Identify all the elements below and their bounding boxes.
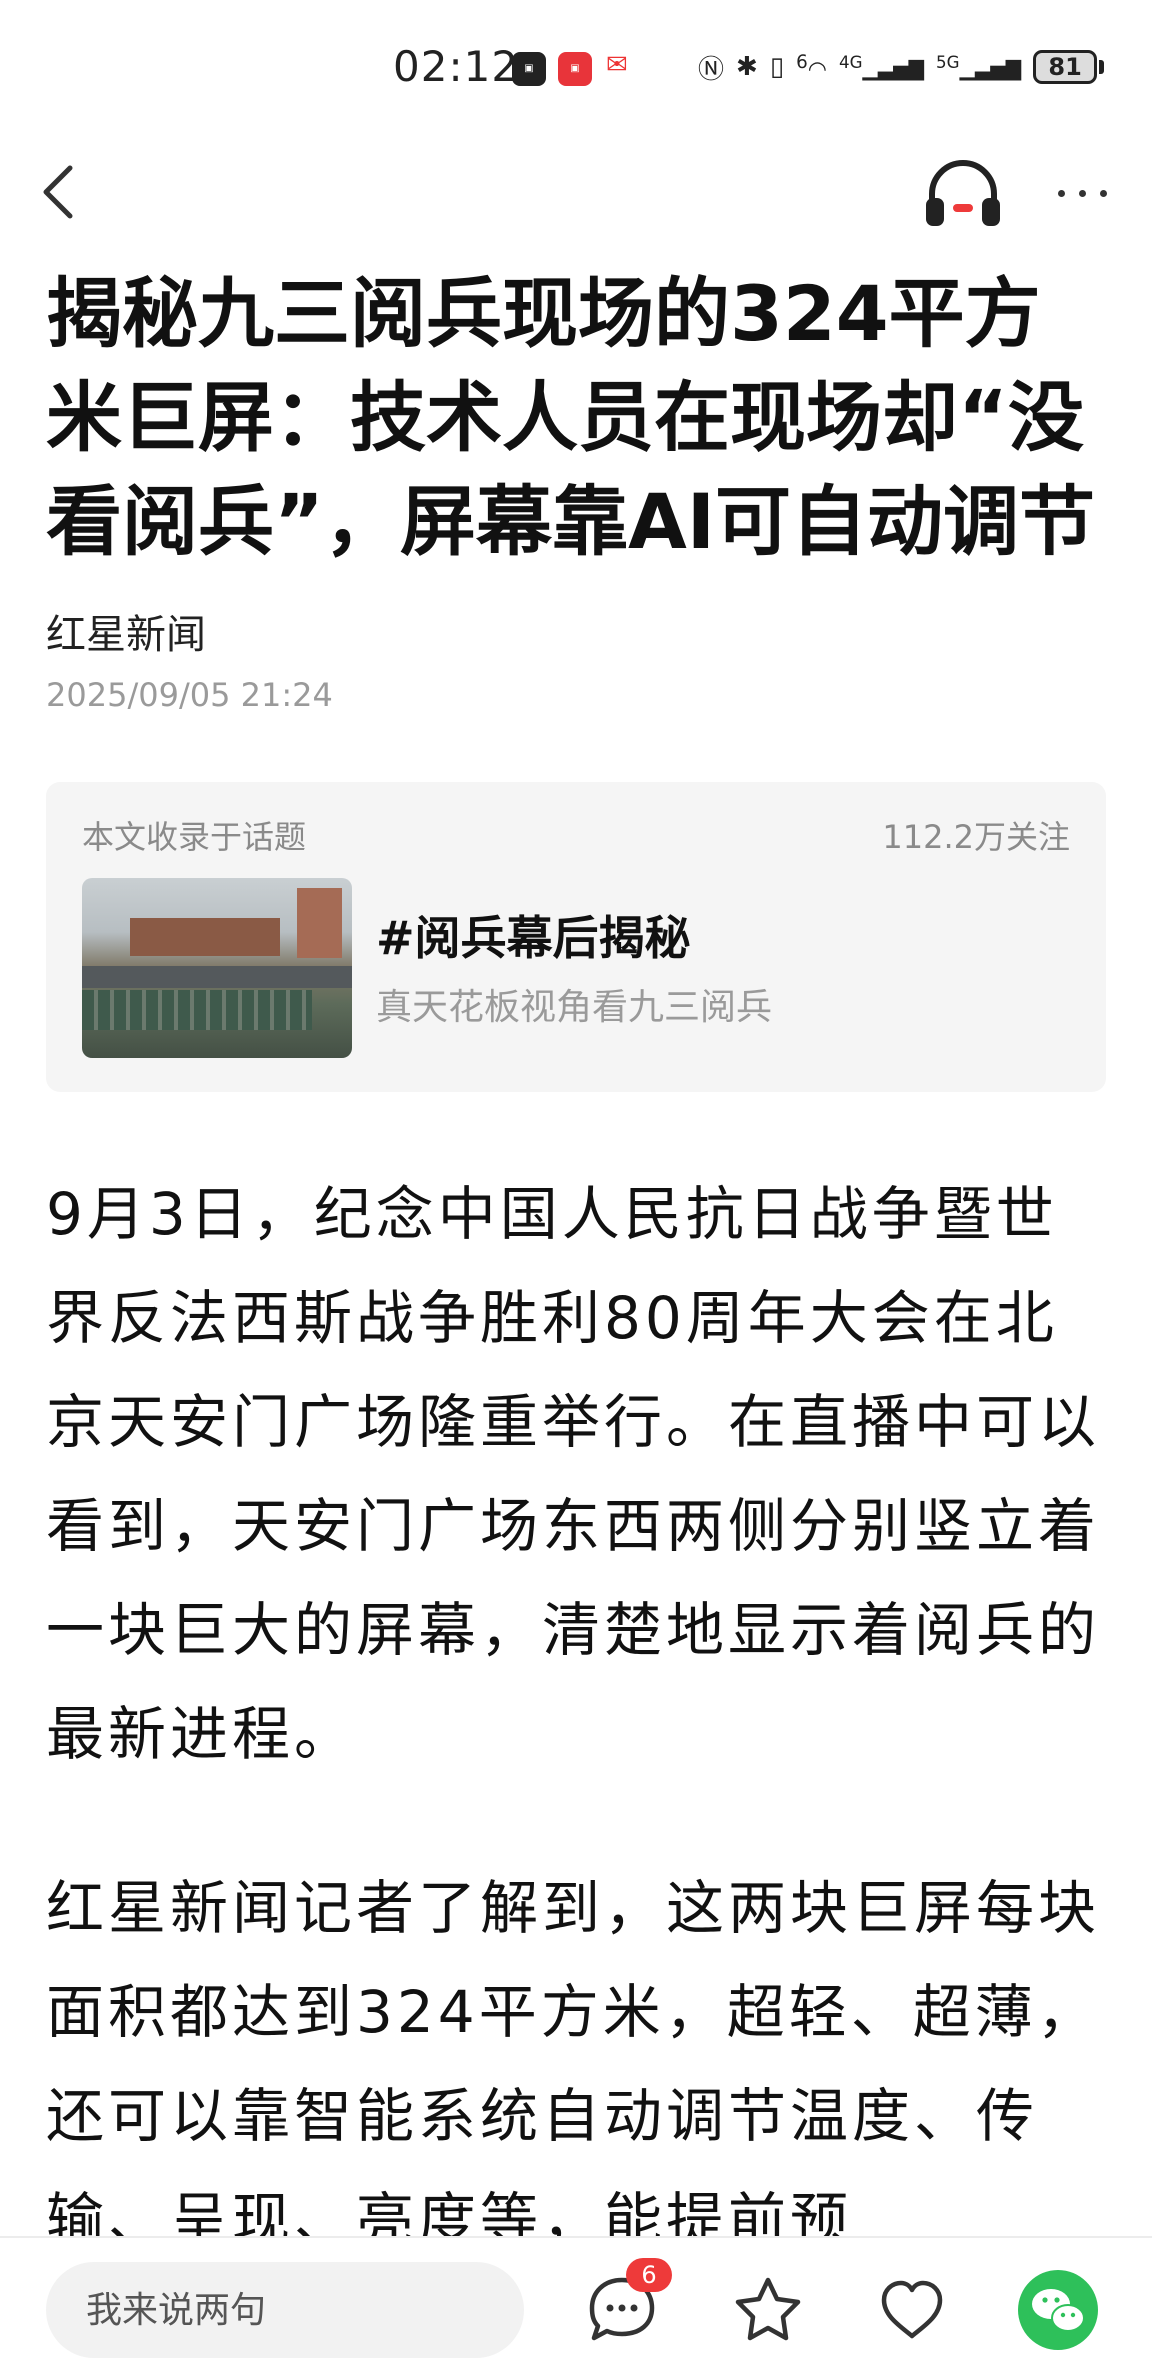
topic-description: 真天花板视角看九三阅兵 <box>376 987 773 1028</box>
app-notification-icon: ▣ <box>512 52 546 86</box>
more-button[interactable] <box>1042 160 1122 226</box>
star-icon <box>735 2277 801 2341</box>
more-icon <box>1057 189 1065 197</box>
status-icons: Ⓝ ✱ ▯ 6◠ 4G▁▃▅▇ 5G▁▃▅▇ 81 <box>698 44 1105 90</box>
battery-icon: 81 <box>1033 50 1105 84</box>
topic-followers: 112.2万关注 <box>882 818 1070 856</box>
back-button[interactable] <box>30 152 90 232</box>
article-title: 揭秘九三阅兵现场的324平方米巨屏：技术人员在现场却“没看阅兵”，屏幕靠AI可自… <box>46 269 1096 566</box>
listen-button[interactable] <box>920 150 1006 236</box>
wifi-icon: 6◠ <box>796 51 827 83</box>
wechat-share-button[interactable] <box>1016 2268 1100 2352</box>
topic-card[interactable]: 本文收录于话题 112.2万关注 #阅兵幕后揭秘 真天花板视角看九三阅兵 <box>46 782 1106 1092</box>
topic-name: #阅兵幕后揭秘 <box>376 911 691 965</box>
topic-label: 本文收录于话题 <box>82 818 307 856</box>
vibrate-icon: ▯ <box>769 52 785 82</box>
nfc-icon: Ⓝ <box>698 54 725 85</box>
article-date: 2025/09/05 21:24 <box>46 676 333 714</box>
battery-level: 81 <box>1033 50 1098 84</box>
bluetooth-icon: ✱ <box>736 52 758 82</box>
status-bar: 02:12 ▣ ▣ ✉ Ⓝ ✱ ▯ 6◠ 4G▁▃▅▇ 5G▁▃▅▇ 81 <box>0 0 1152 130</box>
back-icon <box>43 165 73 219</box>
mail-icon: ✉ <box>606 50 628 80</box>
signal-4g-icon: 4G▁▃▅▇ <box>839 53 925 81</box>
comment-count-badge: 6 <box>626 2258 672 2292</box>
like-button[interactable] <box>870 2268 954 2352</box>
favorite-button[interactable] <box>726 2268 810 2352</box>
comment-input[interactable] <box>46 2262 524 2358</box>
article-source[interactable]: 红星新闻 <box>46 602 206 660</box>
status-time: 02:12 <box>393 42 520 91</box>
body-paragraph: 9月3日，纪念中国人民抗日战争暨世界反法西斯战争胜利80周年大会在北京天安门广场… <box>46 1180 1101 1768</box>
signal-5g-icon: 5G▁▃▅▇ <box>936 53 1022 81</box>
topic-thumbnail <box>82 878 352 1058</box>
bottom-bar: 6 <box>0 2236 1152 2378</box>
body-paragraph: 红星新闻记者了解到，这两块巨屏每块面积都达到324平方米，超轻、超薄，还可以靠智… <box>46 1874 1101 2254</box>
huawei-store-icon: ▣ <box>558 52 592 86</box>
heart-icon <box>881 2280 943 2339</box>
headphone-icon <box>926 160 1000 226</box>
wechat-icon <box>1018 2270 1098 2350</box>
top-nav <box>0 140 1152 250</box>
